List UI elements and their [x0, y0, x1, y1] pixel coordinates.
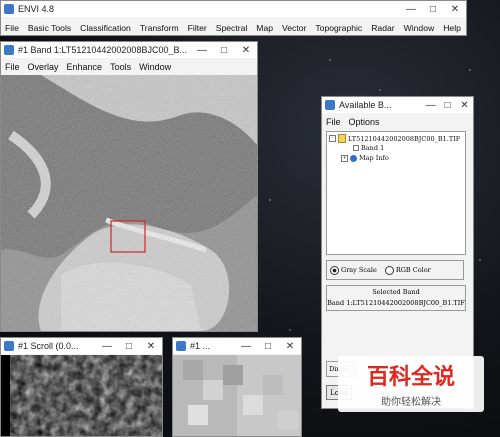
rgb-color-radio[interactable]: RGB Color [384, 265, 431, 275]
band-leaf-icon [353, 145, 359, 151]
image-menu-file[interactable]: File [5, 62, 20, 72]
watermark-title: 百科全说 [366, 365, 455, 390]
menu-radar[interactable]: Radar [371, 23, 394, 33]
radio-selected-icon [330, 265, 339, 275]
image-menubar: File Overlay Enhance Tools Window [1, 60, 257, 74]
image-title-bar: #1 Band 1:LT51210442002008BJC00_B... — □… [1, 42, 257, 58]
close-icon[interactable]: ✕ [444, 4, 466, 15]
watermark: 百科全说 助你轻松解决 [338, 356, 484, 412]
scroll-window: #1 Scroll (0.0... — □ ✕ [0, 337, 163, 437]
bands-title-bar: Available B... — □ ✕ [322, 97, 473, 113]
maximize-icon[interactable]: □ [422, 4, 444, 15]
main-menubar: File Basic Tools Classification Transfor… [1, 20, 466, 36]
bands-menubar: File Options [322, 115, 473, 128]
bands-menu-options[interactable]: Options [349, 117, 380, 127]
envi-main-window: ENVI 4.8 — □ ✕ File Basic Tools Classifi… [0, 0, 467, 36]
menu-basic-tools[interactable]: Basic Tools [28, 23, 71, 33]
envi-icon [4, 45, 14, 55]
band-tree: - LT51210442002008BJC00_B1.TIF Band 1 + … [326, 131, 466, 255]
tree-band-label: Band 1 [361, 144, 385, 152]
menu-file[interactable]: File [5, 23, 19, 33]
minimize-icon[interactable]: — [235, 341, 257, 352]
scroll-title: #1 Scroll (0.0... [18, 341, 79, 351]
zoom-title: #1 ... [190, 341, 211, 351]
main-title-bar: ENVI 4.8 — □ ✕ [1, 1, 466, 17]
selected-band-value: Band 1:LT51210442002008BJC00_B1.TIF [327, 299, 465, 307]
tree-file-node[interactable]: - LT51210442002008BJC00_B1.TIF [329, 134, 460, 143]
image-menu-tools[interactable]: Tools [110, 62, 131, 72]
envi-icon [4, 341, 14, 351]
scroll-image[interactable] [1, 355, 162, 436]
minimize-icon[interactable]: — [400, 4, 422, 15]
gray-scale-label: Gray Scale [341, 266, 377, 274]
maximize-icon[interactable]: □ [213, 45, 235, 56]
menu-map[interactable]: Map [256, 23, 273, 33]
selected-band-label: Selected Band [372, 288, 420, 296]
menu-vector[interactable]: Vector [282, 23, 306, 33]
display-mode-group: Gray Scale RGB Color [326, 260, 464, 280]
tree-file-label: LT51210442002008BJC00_B1.TIF [348, 134, 461, 143]
expand-icon[interactable]: - [329, 135, 336, 142]
image-title: #1 Band 1:LT51210442002008BJC00_B... [18, 45, 187, 55]
zoom-window: #1 ... — □ ✕ [172, 337, 302, 437]
zoom-title-bar: #1 ... — □ ✕ [173, 338, 301, 354]
maximize-icon[interactable]: □ [257, 341, 279, 352]
envi-icon [325, 100, 335, 110]
close-icon[interactable]: ✕ [235, 45, 257, 56]
watermark-subtitle: 助你轻松解决 [381, 397, 441, 408]
gray-scale-radio[interactable]: Gray Scale [330, 265, 377, 275]
globe-icon [350, 154, 357, 162]
maximize-icon[interactable]: □ [118, 341, 140, 352]
close-icon[interactable]: ✕ [279, 341, 301, 352]
satellite-image[interactable] [1, 75, 257, 331]
selected-band-group: Selected Band Band 1:LT51210442002008BJC… [326, 285, 466, 311]
menu-window[interactable]: Window [404, 23, 435, 33]
envi-icon [176, 341, 186, 351]
tree-mapinfo-label: Map Info [359, 154, 389, 162]
menu-topographic[interactable]: Topographic [315, 23, 362, 33]
menu-spectral[interactable]: Spectral [216, 23, 248, 33]
menu-transform[interactable]: Transform [140, 23, 179, 33]
scroll-title-bar: #1 Scroll (0.0... — □ ✕ [1, 338, 162, 354]
file-icon [338, 134, 346, 143]
bands-title: Available B... [339, 100, 392, 110]
zoom-image[interactable] [173, 355, 301, 436]
radio-empty-icon [384, 265, 394, 275]
minimize-icon[interactable]: — [422, 100, 439, 111]
rgb-color-label: RGB Color [395, 266, 431, 274]
bands-menu-file[interactable]: File [326, 117, 341, 127]
image-menu-overlay[interactable]: Overlay [28, 62, 59, 72]
image-menu-window[interactable]: Window [139, 62, 171, 72]
envi-icon [4, 4, 14, 14]
tree-mapinfo-node[interactable]: + Map Info [341, 154, 389, 162]
image-menu-enhance[interactable]: Enhance [67, 62, 103, 72]
main-title: ENVI 4.8 [18, 4, 55, 14]
menu-filter[interactable]: Filter [188, 23, 207, 33]
close-icon[interactable]: ✕ [456, 100, 473, 111]
expand-icon[interactable]: + [341, 154, 348, 162]
menu-classification[interactable]: Classification [80, 23, 131, 33]
close-icon[interactable]: ✕ [140, 341, 162, 352]
minimize-icon[interactable]: — [191, 45, 213, 56]
menu-help[interactable]: Help [443, 23, 461, 33]
minimize-icon[interactable]: — [96, 341, 118, 352]
tree-band-node[interactable]: Band 1 [353, 144, 384, 152]
image-window: #1 Band 1:LT51210442002008BJC00_B... — □… [0, 41, 258, 332]
maximize-icon[interactable]: □ [439, 100, 456, 111]
